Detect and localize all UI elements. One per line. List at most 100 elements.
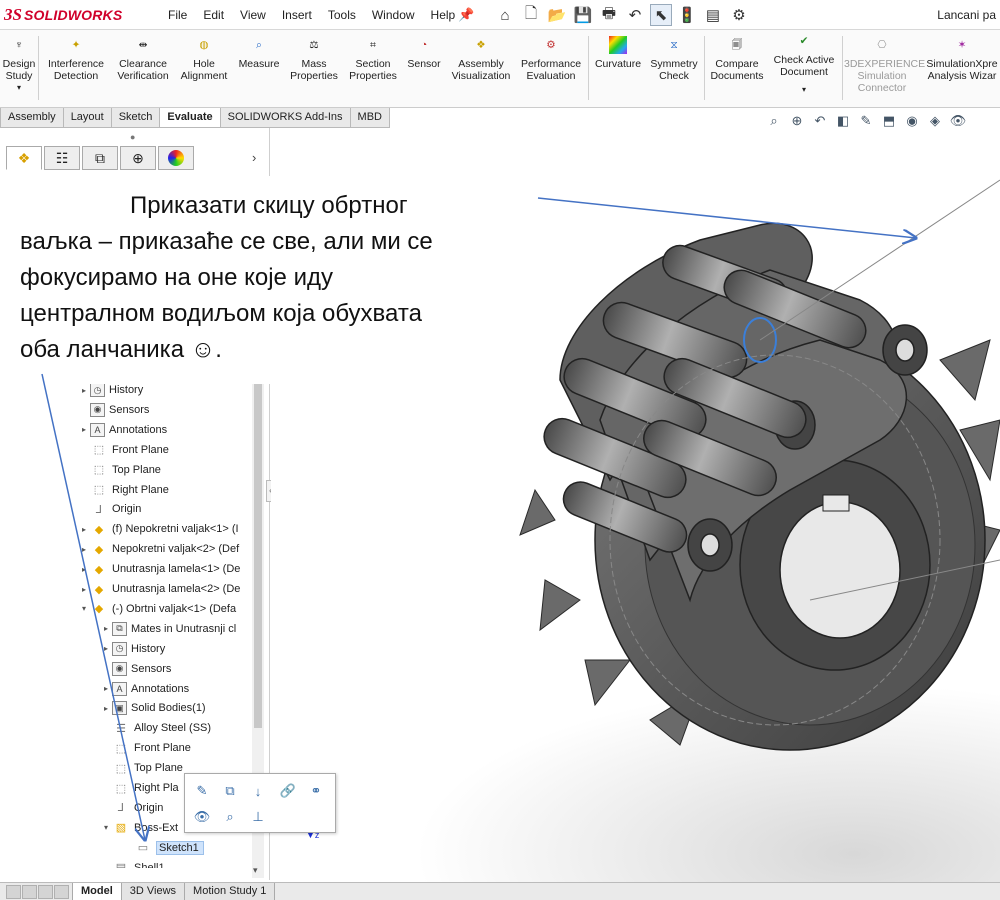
performance-evaluation-button[interactable]: ⚙ Performance Evaluation [518,34,584,82]
tree-item[interactable]: ▸ A Annotations [100,679,189,699]
curvature-button[interactable]: Curvature [592,34,644,70]
file-properties-icon[interactable]: ▤ [702,4,724,26]
expand-arrow-icon[interactable]: ▸ [100,624,112,633]
dimxpert-manager-tab[interactable]: ⊕ [120,146,156,170]
configuration-manager-tab[interactable]: ⧉ [82,146,118,170]
edit-sketch-icon[interactable]: ✎ [191,780,213,802]
plane-icon: ⬚ [93,444,105,457]
section-properties-button[interactable]: ⌗ Section Properties [344,34,402,82]
tree-item[interactable]: ▸ ◷ History [100,639,165,659]
tree-item[interactable]: ▤ Shell1 [100,858,165,868]
tab-model[interactable]: Model [72,882,122,900]
open-icon[interactable]: 📂 [546,4,568,26]
tab-motion-study-1[interactable]: Motion Study 1 [184,882,276,900]
expand-arrow-icon[interactable]: ▾ [100,823,112,832]
scrollbar-thumb[interactable] [254,368,262,728]
expand-arrow-icon[interactable]: ▸ [100,644,112,653]
tree-item[interactable]: ▾ ▧ Boss-Ext [100,818,178,838]
chevron-down-icon[interactable]: ▾ [770,84,838,96]
view-normal-to-icon[interactable]: ⊥ [247,806,269,828]
menu-insert[interactable]: Insert [274,8,320,22]
solidworks-logo[interactable]: 3S SOLIDWORKS [4,5,136,25]
tree-item[interactable]: ▸ ⧉ Mates in Unutrasnji cl [100,619,236,639]
chevron-right-icon[interactable]: › [252,150,256,165]
tree-item[interactable]: ◉ Sensors [78,400,149,420]
tree-item[interactable]: ⬚ Right Plane [78,480,169,500]
tab-3d-views[interactable]: 3D Views [120,882,186,900]
tab-navigation-arrows[interactable] [6,884,72,899]
3dexperience-connector-button[interactable]: ⎔ 3DEXPERIENCE Simulation Connector [844,34,925,94]
tab-solidworks-add-ins[interactable]: SOLIDWORKS Add-Ins [219,108,351,128]
feature-manager-tab[interactable]: ❖ [6,146,42,170]
tree-item[interactable]: ◉ Sensors [100,659,171,679]
tree-item[interactable]: ▾ ◆ (-) Obrtni valjak<1> (Defa [78,599,236,619]
undo-icon[interactable]: ↶ [624,4,646,26]
expand-arrow-icon[interactable]: ▸ [78,585,90,594]
expand-arrow-icon[interactable]: ▸ [78,425,90,434]
tree-item[interactable]: ☰ Alloy Steel (SS) [100,718,211,738]
display-manager-tab[interactable] [158,146,194,170]
sensor-button[interactable]: ◔ Sensor [404,34,444,70]
tab-mbd[interactable]: MBD [349,108,390,128]
tree-item[interactable]: ▸ ◆ (f) Nepokretni valjak<1> (I [78,519,239,539]
tree-item[interactable]: ⬚ Right Pla [100,778,179,798]
measure-button[interactable]: ⌕ Measure [234,34,284,70]
expand-arrow-icon[interactable]: ▸ [100,704,112,713]
edit-feature-icon[interactable]: ⧉ [219,780,241,802]
tree-item[interactable]: ▸ ◆ Nepokretni valjak<2> (Def [78,539,239,559]
show-hide-icon[interactable]: 👁 [191,806,213,828]
tree-item[interactable]: ▭ Sketch1 [122,838,204,858]
design-study-button[interactable]: ♆ Design Study ▾ [2,34,36,94]
normal-to-icon[interactable]: ↓ [247,780,269,802]
zoom-to-selection-icon[interactable]: ⌕ [219,806,241,828]
tree-item[interactable]: ⬚ Top Plane [78,460,161,480]
hole-alignment-button[interactable]: ◍ Hole Alignment [176,34,232,82]
tab-sketch[interactable]: Sketch [110,108,161,128]
save-icon[interactable]: 💾 [572,4,594,26]
tab-layout[interactable]: Layout [62,108,112,128]
options-icon[interactable]: ⚙ [728,4,750,26]
tree-item[interactable]: ⬚ Front Plane [100,738,191,758]
link-icon[interactable]: ⚭ [305,780,327,802]
panel-splitter[interactable]: ● [130,132,135,142]
chevron-down-icon[interactable]: ▾ [2,82,36,94]
tab-assembly[interactable]: Assembly [0,108,64,128]
menu-view[interactable]: View [232,8,274,22]
select-icon[interactable]: ⬉ [650,4,672,26]
expand-arrow-icon[interactable]: ▸ [78,565,90,574]
new-document-icon[interactable]: 🗋 [520,4,542,26]
simulationxpress-button[interactable]: ✶ SimulationXpre Analysis Wizar [924,34,1000,82]
menu-file[interactable]: File [160,8,195,22]
tree-item[interactable]: ▸ ◆ Unutrasnja lamela<1> (De [78,559,240,579]
clearance-verification-button[interactable]: ⇹ Clearance Verification [112,34,174,82]
tree-item[interactable]: ⬚ Front Plane [78,440,169,460]
mass-properties-button[interactable]: ⚖ Mass Properties [286,34,342,82]
menu-tools[interactable]: Tools [320,8,364,22]
symmetry-check-button[interactable]: ⧖ Symmetry Check [646,34,702,82]
tree-item[interactable]: ▸ ◆ Unutrasnja lamela<2> (De [78,579,240,599]
tree-item[interactable]: ▸ A Annotations [78,420,167,440]
expand-arrow-icon[interactable]: ▸ [100,684,112,693]
pin-icon[interactable]: 📌 [458,7,474,23]
menu-window[interactable]: Window [364,8,423,22]
menu-edit[interactable]: Edit [195,8,232,22]
tab-evaluate[interactable]: Evaluate [159,108,221,128]
attach-icon[interactable]: 🔗 [277,780,299,802]
expand-arrow-icon[interactable]: ▸ [78,525,90,534]
expand-arrow-icon[interactable]: ▸ [78,545,90,554]
interference-detection-button[interactable]: ✦ Interference Detection [42,34,110,82]
rebuild-icon[interactable]: 🚦 [676,4,698,26]
expand-arrow-icon[interactable]: ▾ [78,604,90,613]
tree-item[interactable]: ⅃ Origin [100,798,163,818]
assembly-visualization-button[interactable]: ❖ Assembly Visualization [446,34,516,82]
tree-item[interactable]: ▸ ▣ Solid Bodies(1) [100,698,206,718]
scroll-down-icon[interactable]: ▾ [253,865,258,876]
tree-item[interactable]: ⬚ Top Plane [100,758,183,778]
property-manager-tab[interactable]: ☷ [44,146,80,170]
tree-item[interactable]: ⅃ Origin [78,499,141,519]
print-icon[interactable]: 🖶 [598,4,620,26]
check-active-document-button[interactable]: ✔ Check Active Document ▾ [770,30,838,96]
home-icon[interactable]: ⌂ [494,4,516,26]
compare-documents-button[interactable]: 🗐 Compare Documents [706,34,768,82]
expand-arrow-icon[interactable]: ▸ [78,386,90,395]
